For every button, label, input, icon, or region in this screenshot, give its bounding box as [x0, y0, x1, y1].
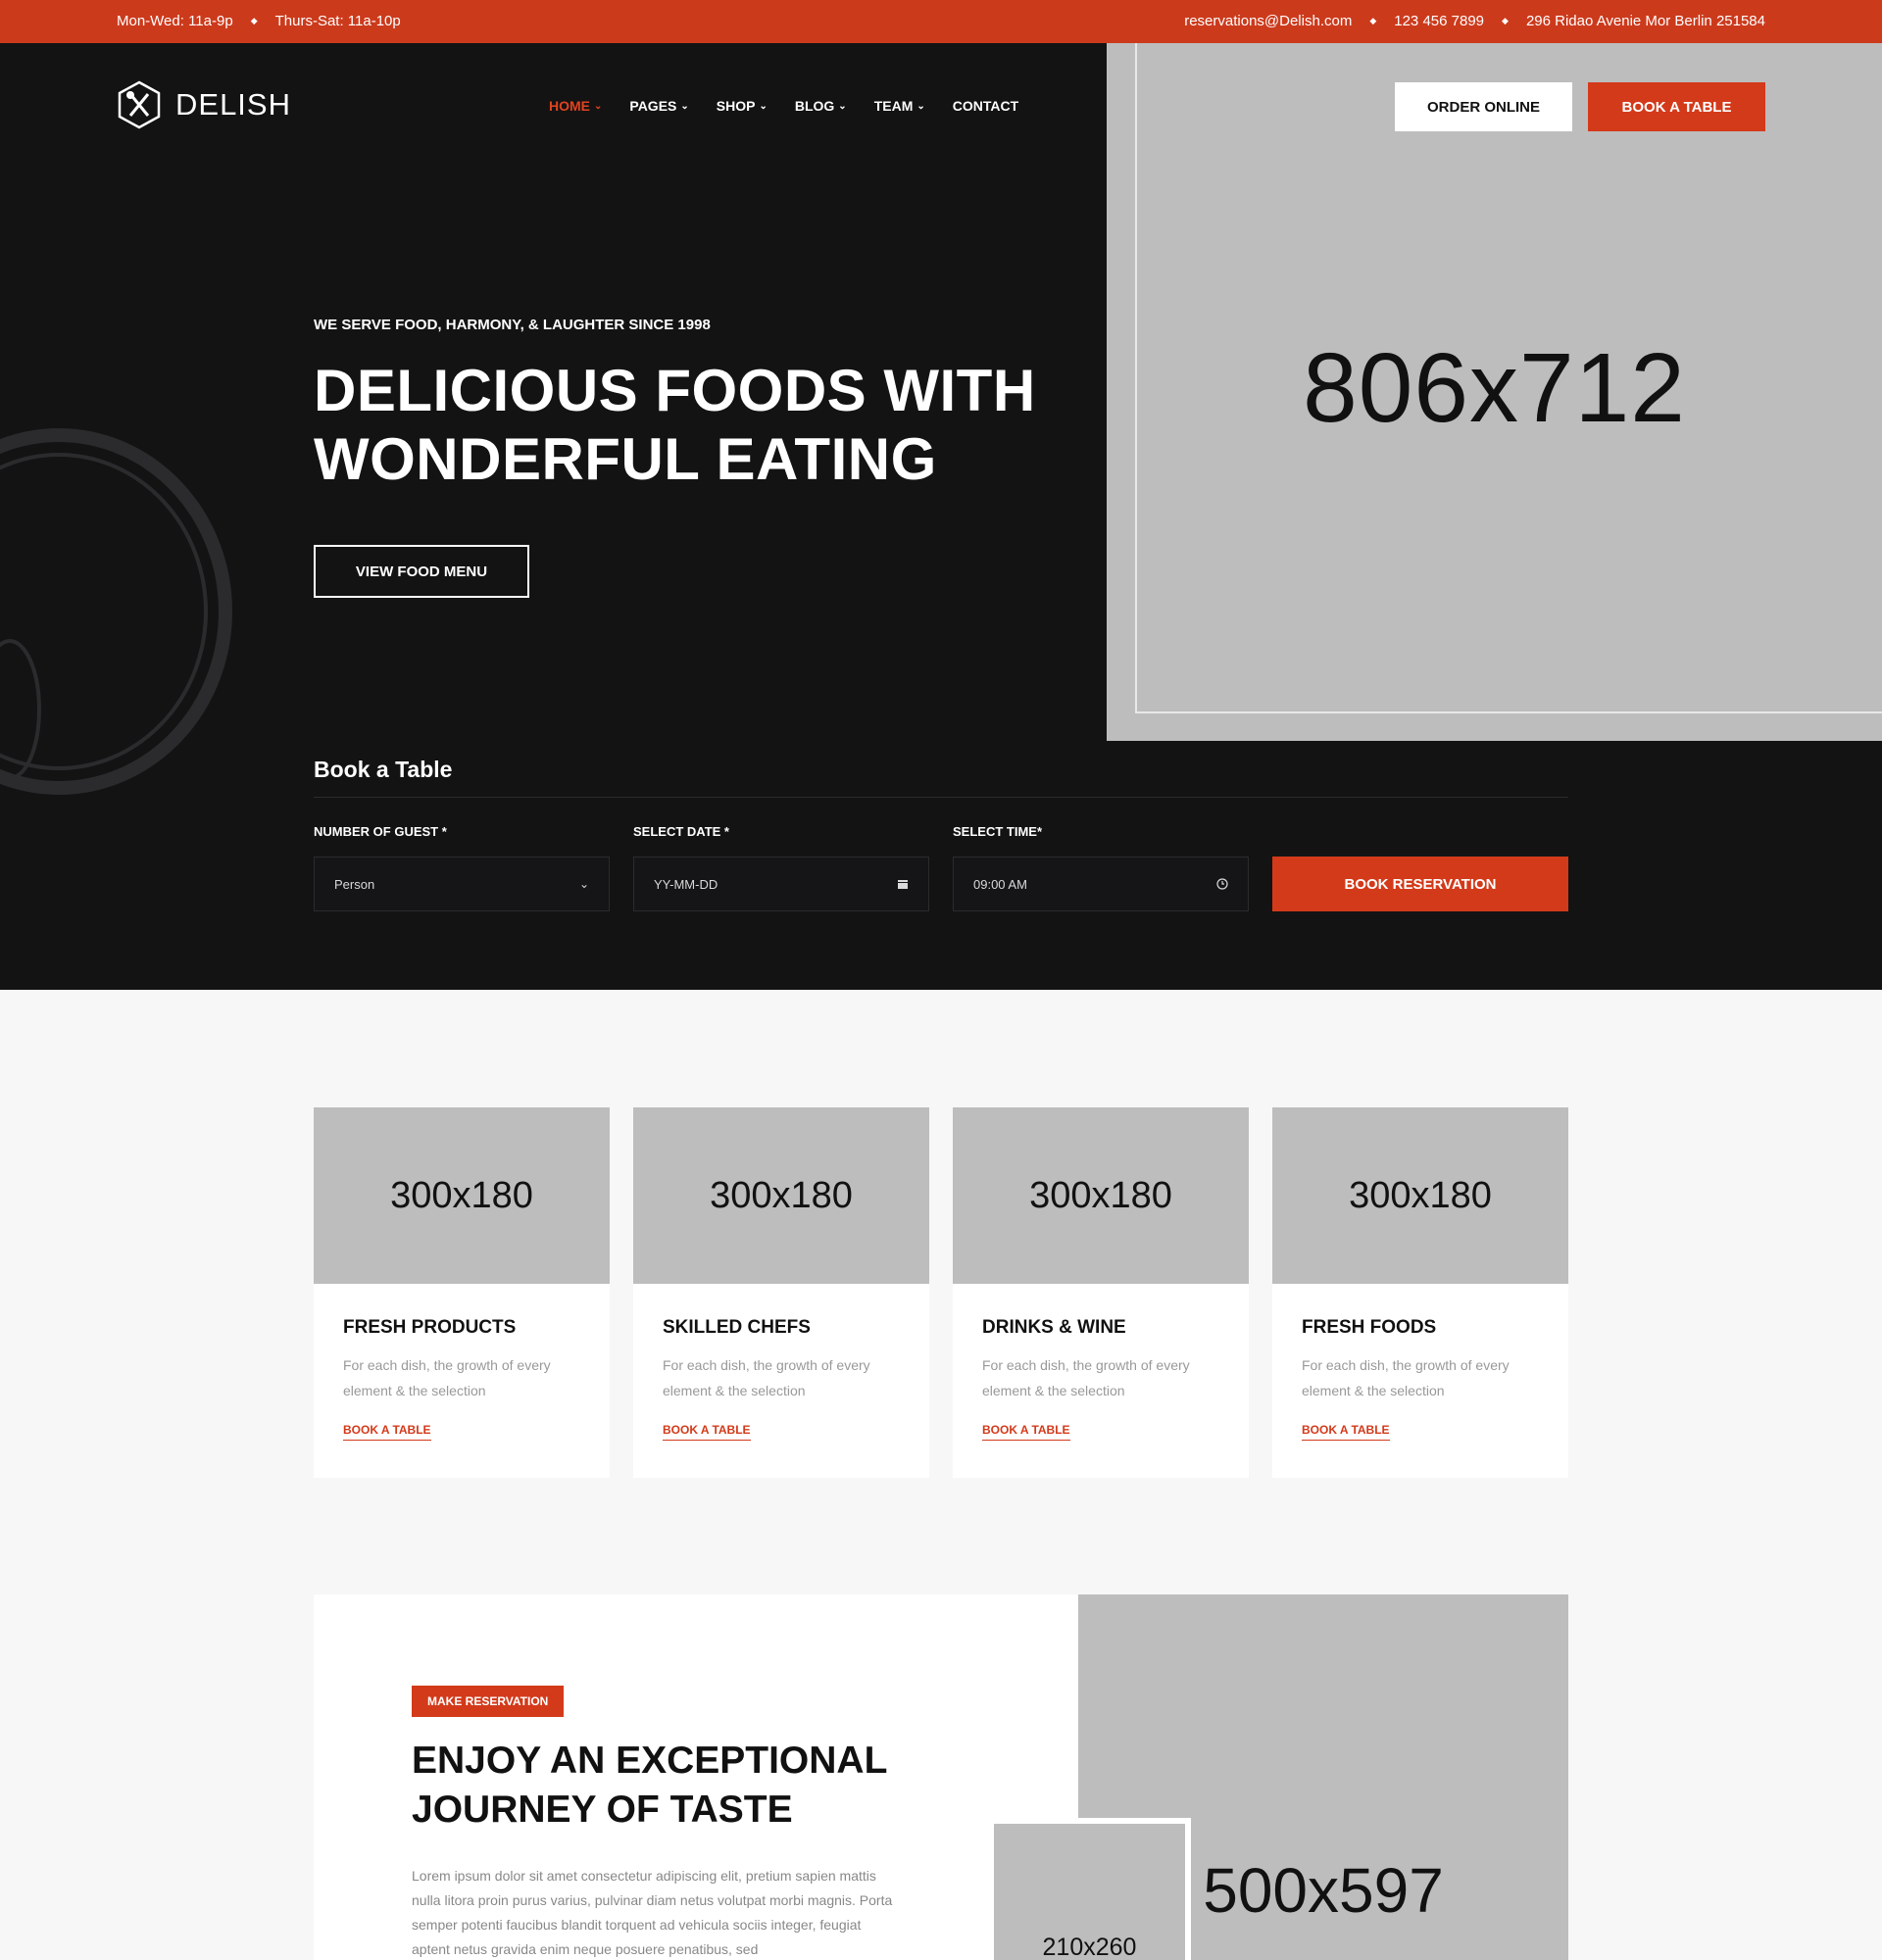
- nav-label: SHOP: [716, 98, 756, 114]
- nav-label: HOME: [549, 98, 590, 114]
- feature-description: For each dish, the growth of every eleme…: [343, 1357, 551, 1398]
- address-text: 296 Ridao Avenie Mor Berlin 251584: [1525, 13, 1765, 29]
- clock-icon: [1216, 878, 1228, 890]
- feature-description: For each dish, the growth of every eleme…: [982, 1357, 1190, 1398]
- hero-title-line2: WONDERFUL EATING: [314, 426, 937, 492]
- chevron-down-icon: ⌄: [759, 100, 768, 112]
- feature-card: 300x180 FRESH PRODUCTS For each dish, th…: [314, 1107, 610, 1478]
- book-table-link[interactable]: BOOK A TABLE: [982, 1423, 1070, 1441]
- chevron-down-icon: ⌄: [916, 100, 925, 112]
- nav-item-blog[interactable]: BLOG ⌄: [795, 98, 847, 114]
- top-info-bar: Mon-Wed: 11a-9p ◆ Thurs-Sat: 11a-10p res…: [0, 0, 1882, 43]
- booking-title: Book a Table: [314, 757, 453, 782]
- feature-title: SKILLED CHEFS: [663, 1317, 811, 1338]
- time-value: 09:00 AM: [973, 876, 1027, 892]
- hero-title-line1: DELICIOUS FOODS WITH: [314, 358, 1036, 423]
- hero-image-size-label: 806x712: [1303, 333, 1686, 443]
- feature-image-placeholder: 300x180: [314, 1107, 610, 1284]
- booking-divider: [314, 797, 1568, 798]
- feature-description: For each dish, the growth of every eleme…: [663, 1357, 870, 1398]
- hero-title: DELICIOUS FOODS WITH WONDERFUL EATING: [314, 357, 1078, 494]
- feature-card: 300x180 SKILLED CHEFS For each dish, the…: [633, 1107, 929, 1478]
- nav-item-home[interactable]: HOME ⌄: [549, 98, 602, 114]
- hours-weekday: Mon-Wed: 11a-9p: [117, 13, 233, 29]
- reservation-title-line1: ENJOY AN EXCEPTIONAL: [412, 1740, 888, 1782]
- calendar-icon: [898, 880, 908, 889]
- book-table-link[interactable]: BOOK A TABLE: [1302, 1423, 1390, 1441]
- reservation-title: ENJOY AN EXCEPTIONAL JOURNEY OF TASTE: [412, 1737, 921, 1835]
- main-nav: HOME ⌄ PAGES ⌄ SHOP ⌄ BLOG ⌄ TEAM ⌄ CONTACT: [549, 98, 1018, 114]
- hero-section: 806x712 DELISH HOME ⌄ PAGES ⌄ SHOP ⌄ BLOG ⌄ …: [0, 43, 1882, 990]
- hours-weekend: Thurs-Sat: 11a-10p: [274, 13, 401, 29]
- order-online-button[interactable]: ORDER ONLINE: [1395, 82, 1572, 131]
- logo[interactable]: DELISH: [117, 80, 291, 129]
- reservation-text: Lorem ipsum dolor sit amet consectetur a…: [412, 1868, 893, 1957]
- feature-title: DRINKS & WINE: [982, 1317, 1126, 1338]
- nav-item-contact[interactable]: CONTACT: [953, 98, 1018, 114]
- small-image-size-label: 210x260: [1042, 1934, 1137, 1960]
- nav-item-shop[interactable]: SHOP ⌄: [717, 98, 768, 114]
- chevron-down-icon: ⌄: [594, 100, 603, 112]
- hero-image-placeholder: 806x712: [1107, 43, 1882, 741]
- reservation-title-line2: JOURNEY OF TASTE: [412, 1788, 793, 1831]
- nav-item-team[interactable]: TEAM ⌄: [874, 98, 925, 114]
- separator-dot-icon: ◆: [250, 16, 258, 25]
- nav-item-pages[interactable]: PAGES ⌄: [629, 98, 688, 114]
- decorative-plate-icon: [0, 428, 232, 795]
- guest-label: NUMBER OF GUEST *: [314, 824, 447, 839]
- chevron-down-icon: ⌄: [680, 100, 689, 112]
- feature-description: For each dish, the growth of every eleme…: [1302, 1357, 1510, 1398]
- feature-title: FRESH PRODUCTS: [343, 1317, 517, 1338]
- email-link[interactable]: reservations@Delish.com: [1184, 13, 1352, 29]
- book-reservation-button[interactable]: BOOK RESERVATION: [1272, 857, 1568, 911]
- feature-image-placeholder: 300x180: [1272, 1107, 1568, 1284]
- separator-dot-icon: ◆: [1502, 16, 1509, 25]
- feature-card: 300x180 DRINKS & WINE For each dish, the…: [953, 1107, 1249, 1478]
- separator-dot-icon: ◆: [1369, 16, 1377, 25]
- chevron-down-icon: ⌄: [578, 877, 589, 891]
- book-table-link[interactable]: BOOK A TABLE: [343, 1423, 431, 1441]
- nav-label: PAGES: [629, 98, 677, 114]
- view-food-menu-button[interactable]: VIEW FOOD MENU: [314, 545, 529, 598]
- reservation-small-image-placeholder: 210x260: [988, 1818, 1191, 1960]
- date-placeholder: YY-MM-DD: [654, 876, 718, 892]
- feature-image-placeholder: 300x180: [953, 1107, 1249, 1284]
- time-input[interactable]: 09:00 AM: [953, 857, 1249, 911]
- guest-value: Person: [334, 876, 375, 892]
- chevron-down-icon: ⌄: [838, 100, 847, 112]
- book-table-link[interactable]: BOOK A TABLE: [663, 1423, 751, 1441]
- phone-link[interactable]: 123 456 7899: [1394, 13, 1484, 29]
- nav-label: BLOG: [794, 98, 835, 114]
- make-reservation-tag: MAKE RESERVATION: [412, 1686, 565, 1717]
- nav-label: TEAM: [873, 98, 914, 114]
- book-table-button[interactable]: BOOK A TABLE: [1588, 82, 1765, 131]
- guest-select[interactable]: Person ⌄: [314, 857, 610, 911]
- date-label: SELECT DATE *: [633, 824, 729, 839]
- feature-title: FRESH FOODS: [1302, 1317, 1437, 1338]
- logo-utensils-icon: [118, 80, 161, 129]
- feature-image-placeholder: 300x180: [633, 1107, 929, 1284]
- time-label: SELECT TIME*: [953, 824, 1043, 839]
- nav-label: CONTACT: [952, 98, 1019, 114]
- hero-eyebrow: WE SERVE FOOD, HARMONY, & LAUGHTER SINCE…: [314, 317, 711, 333]
- logo-text: DELISH: [175, 87, 291, 122]
- date-input[interactable]: YY-MM-DD: [633, 857, 929, 911]
- feature-card: 300x180 FRESH FOODS For each dish, the g…: [1272, 1107, 1568, 1478]
